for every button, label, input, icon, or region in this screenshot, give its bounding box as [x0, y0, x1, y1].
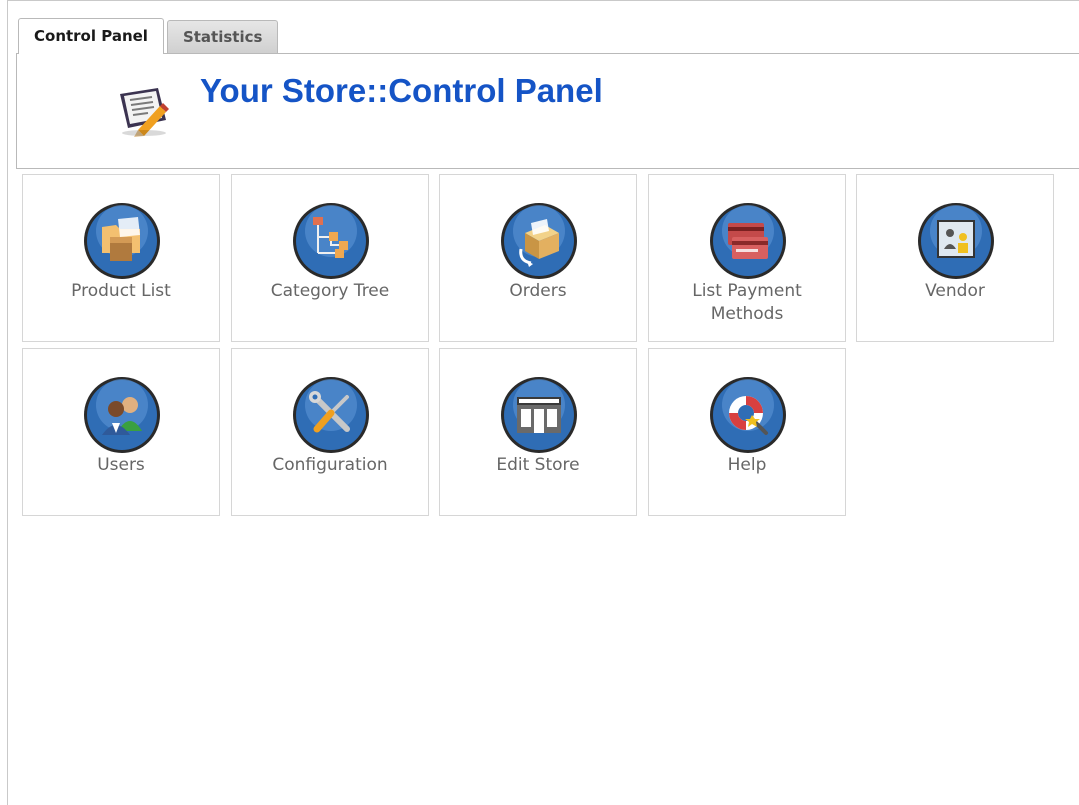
tools-icon	[293, 377, 369, 453]
store-control-panel-icon	[120, 88, 169, 137]
tab-statistics[interactable]: Statistics	[166, 20, 279, 54]
category-tree-icon	[293, 203, 369, 279]
lifebuoy-icon	[710, 377, 786, 453]
orders-button[interactable]: Orders	[439, 174, 637, 342]
tile-label: Vendor	[925, 281, 985, 301]
category-tree-button[interactable]: Category Tree	[231, 174, 429, 342]
tile-label: Help	[727, 455, 767, 475]
vendor-button[interactable]: Vendor	[856, 174, 1054, 342]
tab-control-panel[interactable]: Control Panel	[18, 18, 164, 54]
configuration-button[interactable]: Configuration	[231, 348, 429, 516]
page-title: Your Store::Control Panel	[200, 72, 603, 109]
tile-label: List Payment Methods	[692, 281, 802, 324]
help-button[interactable]: Help	[648, 348, 846, 516]
tile-label: Category Tree	[270, 281, 390, 301]
vendor-icon	[918, 203, 994, 279]
orders-box-icon	[501, 203, 577, 279]
storefront-icon	[501, 377, 577, 453]
tile-label: Product List	[71, 281, 171, 301]
product-folder-box-icon	[84, 203, 160, 279]
users-button[interactable]: Users	[22, 348, 220, 516]
tile-label: Users	[97, 455, 145, 475]
product-list-button[interactable]: Product List	[22, 174, 220, 342]
page-header: Your Store::Control Panel	[16, 53, 1079, 169]
users-icon	[84, 377, 160, 453]
edit-store-button[interactable]: Edit Store	[439, 348, 637, 516]
tile-label: Orders	[509, 281, 567, 301]
credit-cards-icon	[710, 203, 786, 279]
list-payment-methods-button[interactable]: List Payment Methods	[648, 174, 846, 342]
tab-bar: Control Panel Statistics	[18, 18, 281, 54]
tile-label: Configuration	[272, 455, 388, 475]
tile-label: Edit Store	[496, 455, 580, 475]
